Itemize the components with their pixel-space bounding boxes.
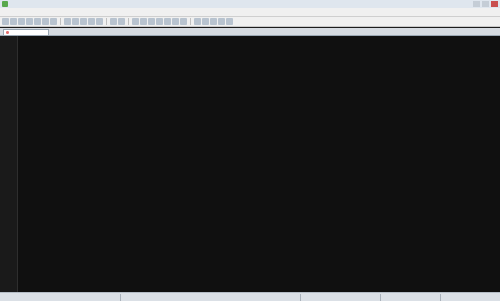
title-bar [0,0,500,8]
copy-button[interactable] [72,18,79,25]
playback-macro-button[interactable] [210,18,217,25]
new-file-button[interactable] [2,18,9,25]
zoom-in-button[interactable] [132,18,139,25]
sync-vertical-button[interactable] [148,18,155,25]
redo-button[interactable] [96,18,103,25]
maximize-button[interactable] [482,1,489,7]
minimize-button[interactable] [473,1,480,7]
notepad-plus-plus-icon [2,1,8,7]
open-file-button[interactable] [10,18,17,25]
run-macro-multiple-button[interactable] [218,18,225,25]
status-divider [440,294,441,301]
editor-window [0,0,500,301]
file-tab[interactable] [3,29,49,35]
close-button[interactable] [491,1,498,7]
print-button[interactable] [50,18,57,25]
toolbar-separator [190,18,191,25]
toolbar-separator [60,18,61,25]
sync-horizontal-button[interactable] [156,18,163,25]
menu-bar [0,8,500,17]
word-wrap-button[interactable] [164,18,171,25]
window-controls [473,1,498,7]
status-bar [0,292,500,301]
toolbar-separator [106,18,107,25]
close-all-button[interactable] [42,18,49,25]
undo-button[interactable] [88,18,95,25]
show-all-characters-button[interactable] [172,18,179,25]
close-button[interactable] [34,18,41,25]
status-divider [120,294,121,301]
indent-guide-button[interactable] [180,18,187,25]
save-all-button[interactable] [26,18,33,25]
paste-button[interactable] [80,18,87,25]
replace-button[interactable] [118,18,125,25]
line-number-gutter [0,36,18,292]
unsaved-file-icon [6,31,9,34]
status-divider [300,294,301,301]
find-button[interactable] [110,18,117,25]
toolbar [0,17,500,27]
record-macro-button[interactable] [194,18,201,25]
code-area[interactable] [18,37,500,291]
tab-bar [0,28,500,36]
zoom-out-button[interactable] [140,18,147,25]
cut-button[interactable] [64,18,71,25]
stop-recording-button[interactable] [202,18,209,25]
code-line[interactable] [18,285,500,290]
code-editor[interactable] [0,36,500,292]
status-divider [380,294,381,301]
toolbar-separator [128,18,129,25]
save-macro-button[interactable] [226,18,233,25]
save-button[interactable] [18,18,25,25]
